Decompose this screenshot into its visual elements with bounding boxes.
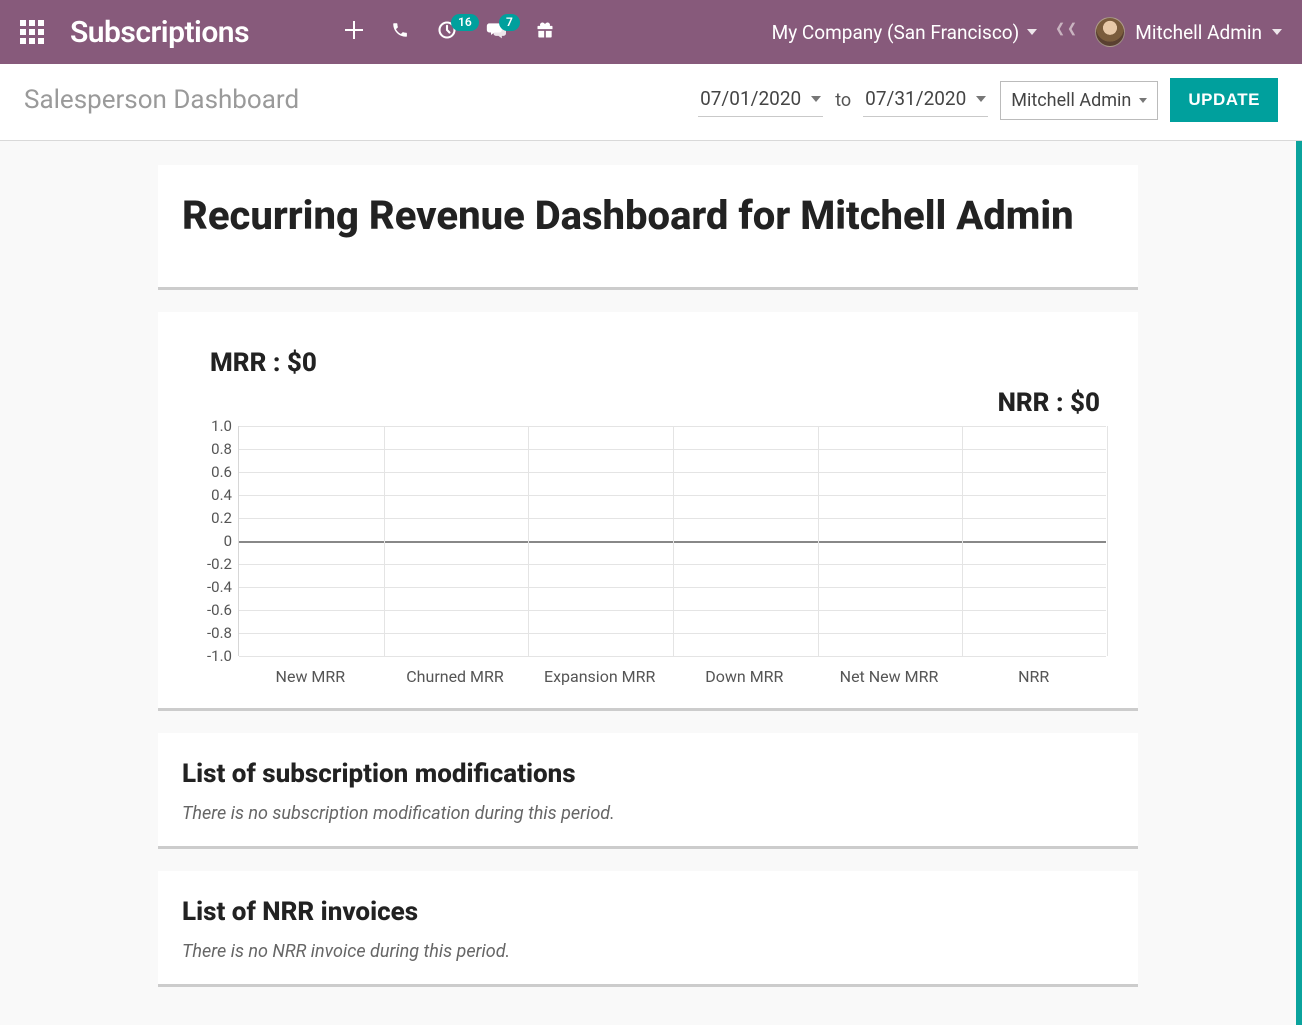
- breadcrumb: Salesperson Dashboard: [24, 85, 299, 115]
- chart-vgridline: [818, 426, 819, 656]
- chart-vgridline: [1107, 426, 1108, 656]
- chevron-down-icon: [976, 96, 986, 102]
- chart-y-tick: -1.0: [182, 647, 232, 665]
- dashboard-title-card: Recurring Revenue Dashboard for Mitchell…: [158, 165, 1138, 290]
- chart-vgridline: [673, 426, 674, 656]
- date-from-value: 07/01/2020: [700, 87, 801, 110]
- activities-badge: 16: [451, 14, 479, 32]
- avatar: [1095, 17, 1125, 47]
- sub-mods-title: List of subscription modifications: [182, 759, 1114, 789]
- mrr-value-label: MRR : $0: [210, 348, 1114, 378]
- chart-x-category: Expansion MRR: [544, 667, 655, 686]
- chart-x-category: NRR: [1018, 667, 1049, 686]
- debug-icon[interactable]: [1055, 18, 1077, 46]
- nrr-invoices-card: List of NRR invoices There is no NRR inv…: [158, 871, 1138, 987]
- topbar-right: My Company (San Francisco) Mitchell Admi…: [772, 17, 1282, 47]
- chart-y-tick: 0.6: [182, 463, 232, 481]
- apps-icon[interactable]: [20, 20, 44, 44]
- chart-y-tick: 0.8: [182, 440, 232, 458]
- chart-x-category: Down MRR: [705, 667, 783, 686]
- chart-y-tick: 0: [182, 532, 232, 550]
- app-title[interactable]: Subscriptions: [70, 15, 249, 50]
- plus-icon[interactable]: [345, 20, 363, 44]
- chart-y-tick: -0.6: [182, 601, 232, 619]
- update-button[interactable]: UPDATE: [1170, 78, 1278, 122]
- top-navbar: Subscriptions 16 7 My Company (San Franc…: [0, 0, 1302, 64]
- gift-icon[interactable]: [535, 20, 555, 45]
- nrr-value-label: NRR : $0: [182, 388, 1100, 418]
- messages-icon[interactable]: 7: [485, 20, 507, 45]
- chart-y-tick: -0.8: [182, 624, 232, 642]
- date-to-value: 07/31/2020: [865, 87, 966, 110]
- chart-x-category: Churned MRR: [406, 667, 503, 686]
- salesperson-select[interactable]: Mitchell Admin: [1000, 81, 1158, 120]
- company-switcher[interactable]: My Company (San Francisco): [772, 21, 1038, 44]
- control-panel: Salesperson Dashboard 07/01/2020 to 07/3…: [0, 64, 1302, 141]
- chart-vgridline: [528, 426, 529, 656]
- chart-y-tick: 0.2: [182, 509, 232, 527]
- control-panel-right: 07/01/2020 to 07/31/2020 Mitchell Admin …: [698, 78, 1278, 122]
- dashboard-title: Recurring Revenue Dashboard for Mitchell…: [182, 191, 1114, 259]
- subscription-modifications-card: List of subscription modifications There…: [158, 733, 1138, 849]
- user-name: Mitchell Admin: [1135, 21, 1262, 44]
- date-to-input[interactable]: 07/31/2020: [863, 83, 988, 117]
- salesperson-value: Mitchell Admin: [1011, 90, 1131, 111]
- nrr-invoices-title: List of NRR invoices: [182, 897, 1114, 927]
- systray-icons: 16 7: [345, 20, 555, 45]
- chevron-down-icon: [1027, 29, 1037, 35]
- sub-mods-empty-message: There is no subscription modification du…: [182, 803, 1114, 824]
- chart-vgridline: [962, 426, 963, 656]
- revenue-bar-chart: 1.00.80.60.40.20-0.2-0.4-0.6-0.8-1.0New …: [182, 426, 1114, 686]
- date-to-label: to: [835, 90, 851, 111]
- chevron-down-icon: [811, 96, 821, 102]
- main-content: Recurring Revenue Dashboard for Mitchell…: [0, 141, 1302, 1025]
- chart-y-tick: -0.2: [182, 555, 232, 573]
- dashboard-sheet: Recurring Revenue Dashboard for Mitchell…: [158, 165, 1138, 987]
- company-name: My Company (San Francisco): [772, 21, 1020, 44]
- chart-y-tick: 1.0: [182, 417, 232, 435]
- chart-y-tick: -0.4: [182, 578, 232, 596]
- chevron-down-icon: [1139, 98, 1147, 103]
- messages-badge: 7: [499, 14, 520, 32]
- chart-vgridline: [384, 426, 385, 656]
- chart-x-category: New MRR: [276, 667, 346, 686]
- phone-icon[interactable]: [391, 20, 409, 44]
- nrr-invoices-empty-message: There is no NRR invoice during this peri…: [182, 941, 1114, 962]
- chart-y-tick: 0.4: [182, 486, 232, 504]
- user-menu[interactable]: Mitchell Admin: [1095, 17, 1282, 47]
- date-from-input[interactable]: 07/01/2020: [698, 83, 823, 117]
- chevron-down-icon: [1272, 29, 1282, 35]
- activities-icon[interactable]: 16: [437, 20, 457, 45]
- chart-x-category: Net New MRR: [840, 667, 939, 686]
- revenue-chart-card: MRR : $0 NRR : $0 1.0 0.8 0.6 0.4 0.2 0 -0.2 -0…: [158, 312, 1138, 711]
- chart-gridline: [239, 656, 1106, 657]
